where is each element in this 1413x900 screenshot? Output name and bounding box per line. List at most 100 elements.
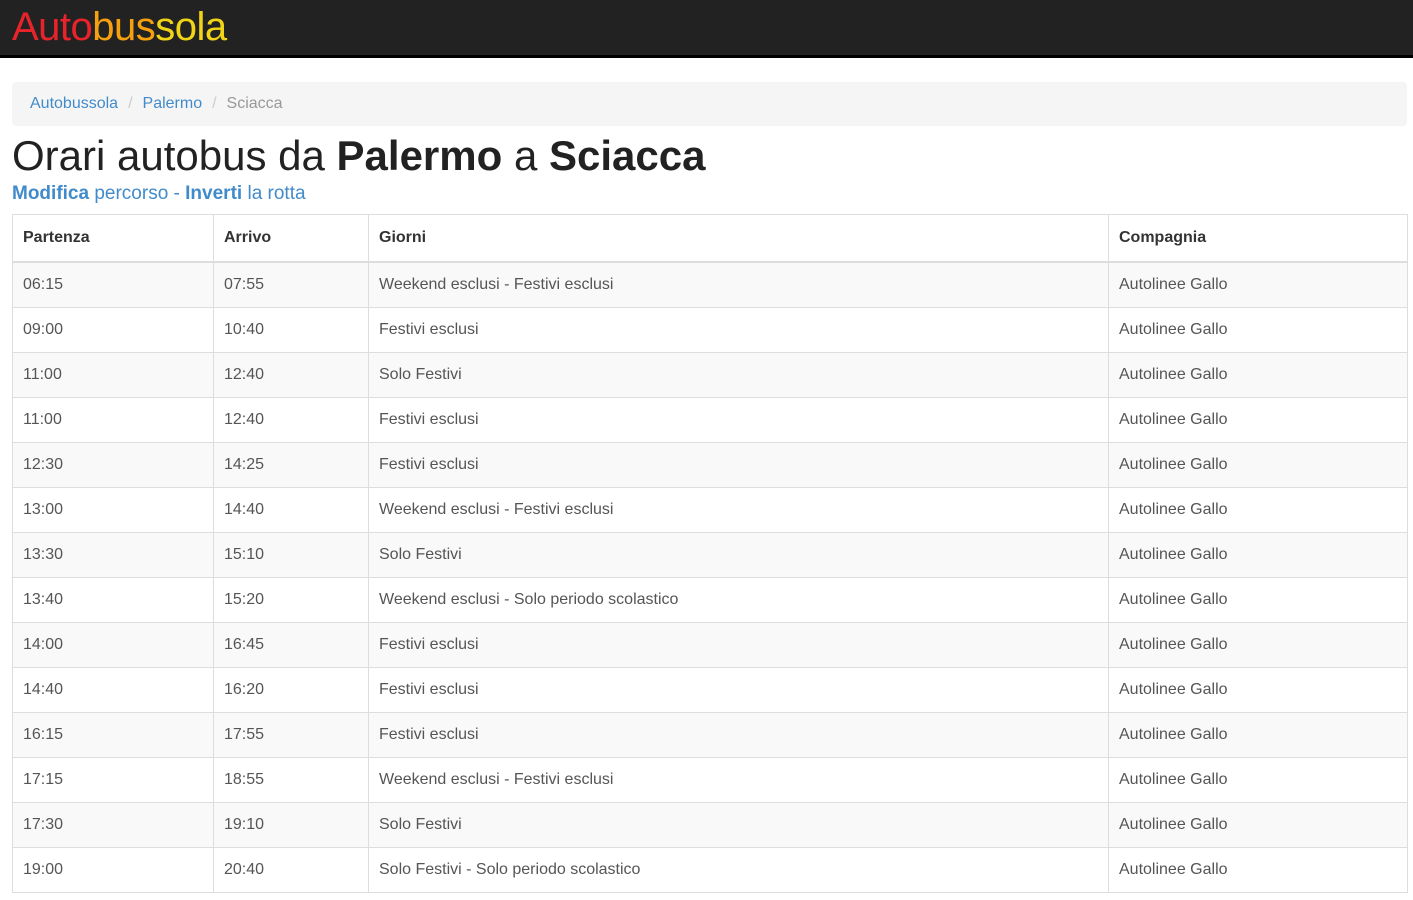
arrival-time-cell: 14:40 (213, 487, 369, 533)
company-cell: Autolinee Gallo (1108, 442, 1408, 488)
days-cell: Solo Festivi - Solo periodo scolastico (368, 847, 1109, 893)
brand-part-3: sola (155, 5, 227, 49)
days-cell: Festivi esclusi (368, 442, 1109, 488)
schedule-table-body: 06:15 07:55 Weekend esclusi - Festivi escl… (12, 261, 1408, 893)
modify-route-bold: Modifica (12, 183, 90, 204)
title-origin: Palermo (336, 132, 503, 179)
days-cell: Festivi esclusi (368, 712, 1109, 758)
days-cell: Festivi esclusi (368, 307, 1109, 353)
column-header-days: Giorni (368, 214, 1109, 263)
schedule-table-header: Partenza Arrivo Giorni Compagnia (12, 214, 1408, 263)
arrival-time-cell: 14:25 (213, 442, 369, 488)
table-row: 11:00 12:40 Solo Festivi Autolinee Gallo (12, 352, 1408, 398)
days-cell: Solo Festivi (368, 352, 1109, 398)
invert-route-rest: la rotta (247, 183, 306, 204)
table-row: 14:40 16:20 Festivi esclusi Autolinee Gallo (12, 667, 1408, 713)
company-cell: Autolinee Gallo (1108, 307, 1408, 353)
modify-route-rest: percorso (94, 183, 169, 204)
company-cell: Autolinee Gallo (1108, 532, 1408, 578)
breadcrumb: Autobussola / Palermo / Sciacca (12, 82, 1407, 126)
company-cell: Autolinee Gallo (1108, 847, 1408, 893)
arrival-time-cell: 16:45 (213, 622, 369, 668)
table-row: 14:00 16:45 Festivi esclusi Autolinee Gallo (12, 622, 1408, 668)
table-row: 12:30 14:25 Festivi esclusi Autolinee Gallo (12, 442, 1408, 488)
title-prefix: Orari autobus da (12, 132, 325, 179)
departure-time-cell: 16:15 (12, 712, 214, 758)
days-cell: Weekend esclusi - Solo periodo scolastic… (368, 577, 1109, 623)
departure-time-cell: 14:40 (12, 667, 214, 713)
arrival-time-cell: 16:20 (213, 667, 369, 713)
arrival-time-cell: 20:40 (213, 847, 369, 893)
departure-time-cell: 12:30 (12, 442, 214, 488)
arrival-time-cell: 18:55 (213, 757, 369, 803)
title-middle: a (513, 132, 538, 179)
arrival-time-cell: 15:10 (213, 532, 369, 578)
days-cell: Festivi esclusi (368, 622, 1109, 668)
company-cell: Autolinee Gallo (1108, 487, 1408, 533)
page-title: Orari autobus da Palermo a Sciacca (12, 130, 705, 182)
departure-time-cell: 13:00 (12, 487, 214, 533)
table-row: 17:15 18:55 Weekend esclusi - Festivi escl… (12, 757, 1408, 803)
table-row: 13:30 15:10 Solo Festivi Autolinee Gallo (12, 532, 1408, 578)
breadcrumb-separator: / (212, 95, 217, 112)
arrival-time-cell: 15:20 (213, 577, 369, 623)
departure-time-cell: 19:00 (12, 847, 214, 893)
arrival-time-cell: 10:40 (213, 307, 369, 353)
table-row: 13:00 14:40 Weekend esclusi - Festivi escl… (12, 487, 1408, 533)
table-row: 17:30 19:10 Solo Festivi Autolinee Gallo (12, 802, 1408, 848)
company-cell: Autolinee Gallo (1108, 577, 1408, 623)
brand-logo-link[interactable]: Autobussola (12, 4, 227, 50)
route-links: Modifica percorso - Inverti la rotta (12, 182, 306, 206)
departure-time-cell: 11:00 (12, 397, 214, 443)
invert-route-bold: Inverti (185, 183, 243, 204)
days-cell: Festivi esclusi (368, 667, 1109, 713)
breadcrumb-current: Sciacca (226, 95, 283, 112)
brand-part-1: Auto (12, 5, 93, 49)
departure-time-cell: 09:00 (12, 307, 214, 353)
brand-part-2: bus (92, 5, 156, 49)
top-navbar: Autobussola (0, 0, 1413, 58)
column-header-company: Compagnia (1108, 214, 1408, 263)
departure-time-cell: 06:15 (12, 261, 214, 308)
departure-time-cell: 13:40 (12, 577, 214, 623)
days-cell: Weekend esclusi - Festivi esclusi (368, 487, 1109, 533)
arrival-time-cell: 12:40 (213, 352, 369, 398)
arrival-time-cell: 12:40 (213, 397, 369, 443)
departure-time-cell: 14:00 (12, 622, 214, 668)
departure-time-cell: 17:15 (12, 757, 214, 803)
table-row: 19:00 20:40 Solo Festivi - Solo periodo sc… (12, 847, 1408, 893)
departure-time-cell: 11:00 (12, 352, 214, 398)
breadcrumb-link-home[interactable]: Autobussola (30, 95, 118, 113)
arrival-time-cell: 19:10 (213, 802, 369, 848)
company-cell: Autolinee Gallo (1108, 667, 1408, 713)
title-destination: Sciacca (548, 132, 706, 179)
table-row: 06:15 07:55 Weekend esclusi - Festivi escl… (12, 261, 1408, 308)
departure-time-cell: 17:30 (12, 802, 214, 848)
company-cell: Autolinee Gallo (1108, 352, 1408, 398)
breadcrumb-separator: / (128, 95, 133, 112)
company-cell: Autolinee Gallo (1108, 261, 1408, 308)
breadcrumb-link-origin[interactable]: Palermo (143, 95, 203, 113)
days-cell: Weekend esclusi - Festivi esclusi (368, 757, 1109, 803)
table-row: 09:00 10:40 Festivi esclusi Autolinee Gallo (12, 307, 1408, 353)
days-cell: Solo Festivi (368, 532, 1109, 578)
departure-time-cell: 13:30 (12, 532, 214, 578)
company-cell: Autolinee Gallo (1108, 802, 1408, 848)
column-header-departure: Partenza (12, 214, 214, 263)
schedule-table: Partenza Arrivo Giorni Compagnia 06:15 07… (12, 214, 1408, 893)
days-cell: Festivi esclusi (368, 397, 1109, 443)
modify-route-link[interactable]: Modifica percorso (12, 183, 168, 204)
invert-route-link[interactable]: Inverti la rotta (185, 183, 305, 204)
table-row: 13:40 15:20 Weekend esclusi - Solo periodo… (12, 577, 1408, 623)
days-cell: Solo Festivi (368, 802, 1109, 848)
company-cell: Autolinee Gallo (1108, 757, 1408, 803)
route-links-separator: - (173, 183, 180, 204)
company-cell: Autolinee Gallo (1108, 712, 1408, 758)
arrival-time-cell: 07:55 (213, 261, 369, 308)
table-row: 16:15 17:55 Festivi esclusi Autolinee Gallo (12, 712, 1408, 758)
arrival-time-cell: 17:55 (213, 712, 369, 758)
company-cell: Autolinee Gallo (1108, 622, 1408, 668)
days-cell: Weekend esclusi - Festivi esclusi (368, 261, 1109, 308)
header-row: Partenza Arrivo Giorni Compagnia (12, 214, 1408, 263)
column-header-arrival: Arrivo (213, 214, 369, 263)
